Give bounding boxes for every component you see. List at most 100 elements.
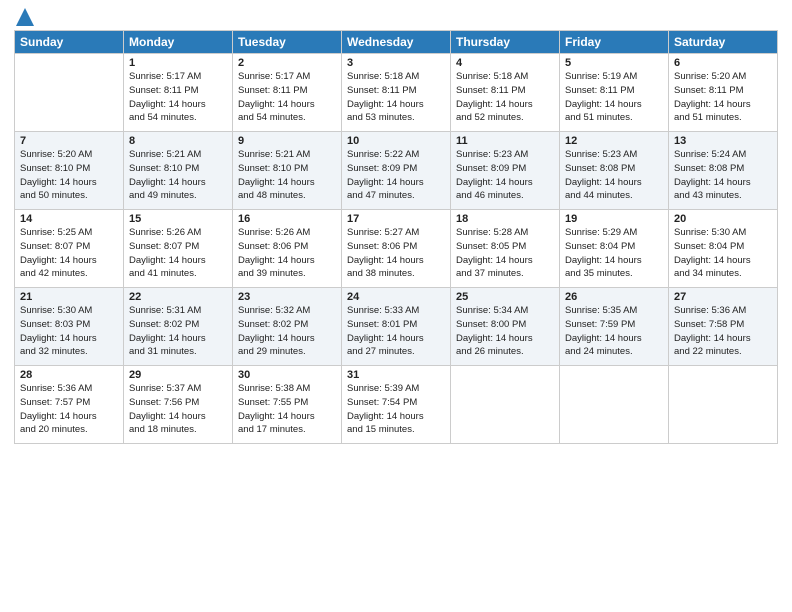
day-number: 11: [456, 135, 554, 147]
day-number: 6: [674, 57, 772, 69]
day-info: Sunrise: 5:29 AM Sunset: 8:04 PM Dayligh…: [565, 226, 663, 281]
day-info: Sunrise: 5:20 AM Sunset: 8:10 PM Dayligh…: [20, 148, 118, 203]
day-number: 12: [565, 135, 663, 147]
day-number: 1: [129, 57, 227, 69]
day-number: 19: [565, 213, 663, 225]
calendar-cell: 28Sunrise: 5:36 AM Sunset: 7:57 PM Dayli…: [15, 366, 124, 444]
day-number: 16: [238, 213, 336, 225]
day-info: Sunrise: 5:27 AM Sunset: 8:06 PM Dayligh…: [347, 226, 445, 281]
calendar-table: SundayMondayTuesdayWednesdayThursdayFrid…: [14, 30, 778, 444]
calendar-cell: 12Sunrise: 5:23 AM Sunset: 8:08 PM Dayli…: [560, 132, 669, 210]
calendar-cell: [669, 366, 778, 444]
day-info: Sunrise: 5:22 AM Sunset: 8:09 PM Dayligh…: [347, 148, 445, 203]
day-info: Sunrise: 5:33 AM Sunset: 8:01 PM Dayligh…: [347, 304, 445, 359]
week-row-1: 1Sunrise: 5:17 AM Sunset: 8:11 PM Daylig…: [15, 54, 778, 132]
calendar-cell: 13Sunrise: 5:24 AM Sunset: 8:08 PM Dayli…: [669, 132, 778, 210]
day-number: 18: [456, 213, 554, 225]
day-info: Sunrise: 5:17 AM Sunset: 8:11 PM Dayligh…: [238, 70, 336, 125]
day-info: Sunrise: 5:36 AM Sunset: 7:57 PM Dayligh…: [20, 382, 118, 437]
calendar-cell: 29Sunrise: 5:37 AM Sunset: 7:56 PM Dayli…: [124, 366, 233, 444]
day-info: Sunrise: 5:18 AM Sunset: 8:11 PM Dayligh…: [456, 70, 554, 125]
logo-icon: [16, 8, 34, 26]
day-info: Sunrise: 5:30 AM Sunset: 8:03 PM Dayligh…: [20, 304, 118, 359]
day-number: 29: [129, 369, 227, 381]
calendar-cell: [451, 366, 560, 444]
day-info: Sunrise: 5:38 AM Sunset: 7:55 PM Dayligh…: [238, 382, 336, 437]
calendar-cell: 21Sunrise: 5:30 AM Sunset: 8:03 PM Dayli…: [15, 288, 124, 366]
day-info: Sunrise: 5:39 AM Sunset: 7:54 PM Dayligh…: [347, 382, 445, 437]
calendar-cell: 10Sunrise: 5:22 AM Sunset: 8:09 PM Dayli…: [342, 132, 451, 210]
week-row-4: 21Sunrise: 5:30 AM Sunset: 8:03 PM Dayli…: [15, 288, 778, 366]
day-number: 30: [238, 369, 336, 381]
day-number: 3: [347, 57, 445, 69]
day-number: 2: [238, 57, 336, 69]
day-info: Sunrise: 5:24 AM Sunset: 8:08 PM Dayligh…: [674, 148, 772, 203]
day-info: Sunrise: 5:23 AM Sunset: 8:09 PM Dayligh…: [456, 148, 554, 203]
day-number: 13: [674, 135, 772, 147]
calendar-cell: 5Sunrise: 5:19 AM Sunset: 8:11 PM Daylig…: [560, 54, 669, 132]
day-number: 20: [674, 213, 772, 225]
day-number: 22: [129, 291, 227, 303]
day-info: Sunrise: 5:26 AM Sunset: 8:06 PM Dayligh…: [238, 226, 336, 281]
weekday-header-row: SundayMondayTuesdayWednesdayThursdayFrid…: [15, 31, 778, 54]
day-info: Sunrise: 5:26 AM Sunset: 8:07 PM Dayligh…: [129, 226, 227, 281]
calendar-cell: 22Sunrise: 5:31 AM Sunset: 8:02 PM Dayli…: [124, 288, 233, 366]
day-number: 24: [347, 291, 445, 303]
calendar-cell: 31Sunrise: 5:39 AM Sunset: 7:54 PM Dayli…: [342, 366, 451, 444]
weekday-header-saturday: Saturday: [669, 31, 778, 54]
day-info: Sunrise: 5:30 AM Sunset: 8:04 PM Dayligh…: [674, 226, 772, 281]
day-number: 27: [674, 291, 772, 303]
calendar-cell: 2Sunrise: 5:17 AM Sunset: 8:11 PM Daylig…: [233, 54, 342, 132]
weekday-header-wednesday: Wednesday: [342, 31, 451, 54]
calendar-cell: 1Sunrise: 5:17 AM Sunset: 8:11 PM Daylig…: [124, 54, 233, 132]
day-info: Sunrise: 5:31 AM Sunset: 8:02 PM Dayligh…: [129, 304, 227, 359]
weekday-header-thursday: Thursday: [451, 31, 560, 54]
calendar-cell: [560, 366, 669, 444]
day-number: 21: [20, 291, 118, 303]
calendar-cell: 7Sunrise: 5:20 AM Sunset: 8:10 PM Daylig…: [15, 132, 124, 210]
day-info: Sunrise: 5:20 AM Sunset: 8:11 PM Dayligh…: [674, 70, 772, 125]
day-info: Sunrise: 5:35 AM Sunset: 7:59 PM Dayligh…: [565, 304, 663, 359]
calendar-cell: 6Sunrise: 5:20 AM Sunset: 8:11 PM Daylig…: [669, 54, 778, 132]
calendar-cell: 15Sunrise: 5:26 AM Sunset: 8:07 PM Dayli…: [124, 210, 233, 288]
day-info: Sunrise: 5:18 AM Sunset: 8:11 PM Dayligh…: [347, 70, 445, 125]
calendar-cell: 17Sunrise: 5:27 AM Sunset: 8:06 PM Dayli…: [342, 210, 451, 288]
day-info: Sunrise: 5:21 AM Sunset: 8:10 PM Dayligh…: [238, 148, 336, 203]
calendar-cell: 19Sunrise: 5:29 AM Sunset: 8:04 PM Dayli…: [560, 210, 669, 288]
calendar-cell: 20Sunrise: 5:30 AM Sunset: 8:04 PM Dayli…: [669, 210, 778, 288]
day-number: 8: [129, 135, 227, 147]
week-row-2: 7Sunrise: 5:20 AM Sunset: 8:10 PM Daylig…: [15, 132, 778, 210]
day-number: 4: [456, 57, 554, 69]
day-info: Sunrise: 5:21 AM Sunset: 8:10 PM Dayligh…: [129, 148, 227, 203]
calendar-cell: 24Sunrise: 5:33 AM Sunset: 8:01 PM Dayli…: [342, 288, 451, 366]
day-number: 7: [20, 135, 118, 147]
day-number: 10: [347, 135, 445, 147]
calendar-cell: 18Sunrise: 5:28 AM Sunset: 8:05 PM Dayli…: [451, 210, 560, 288]
header: [14, 10, 778, 26]
week-row-3: 14Sunrise: 5:25 AM Sunset: 8:07 PM Dayli…: [15, 210, 778, 288]
day-number: 26: [565, 291, 663, 303]
calendar-cell: 4Sunrise: 5:18 AM Sunset: 8:11 PM Daylig…: [451, 54, 560, 132]
day-info: Sunrise: 5:17 AM Sunset: 8:11 PM Dayligh…: [129, 70, 227, 125]
day-number: 23: [238, 291, 336, 303]
day-number: 31: [347, 369, 445, 381]
day-number: 15: [129, 213, 227, 225]
day-number: 9: [238, 135, 336, 147]
calendar-container: SundayMondayTuesdayWednesdayThursdayFrid…: [0, 0, 792, 454]
calendar-cell: 25Sunrise: 5:34 AM Sunset: 8:00 PM Dayli…: [451, 288, 560, 366]
day-info: Sunrise: 5:37 AM Sunset: 7:56 PM Dayligh…: [129, 382, 227, 437]
calendar-cell: 27Sunrise: 5:36 AM Sunset: 7:58 PM Dayli…: [669, 288, 778, 366]
calendar-cell: 9Sunrise: 5:21 AM Sunset: 8:10 PM Daylig…: [233, 132, 342, 210]
day-info: Sunrise: 5:19 AM Sunset: 8:11 PM Dayligh…: [565, 70, 663, 125]
calendar-cell: 8Sunrise: 5:21 AM Sunset: 8:10 PM Daylig…: [124, 132, 233, 210]
day-number: 25: [456, 291, 554, 303]
day-info: Sunrise: 5:34 AM Sunset: 8:00 PM Dayligh…: [456, 304, 554, 359]
day-info: Sunrise: 5:25 AM Sunset: 8:07 PM Dayligh…: [20, 226, 118, 281]
calendar-cell: 14Sunrise: 5:25 AM Sunset: 8:07 PM Dayli…: [15, 210, 124, 288]
day-info: Sunrise: 5:32 AM Sunset: 8:02 PM Dayligh…: [238, 304, 336, 359]
week-row-5: 28Sunrise: 5:36 AM Sunset: 7:57 PM Dayli…: [15, 366, 778, 444]
calendar-cell: [15, 54, 124, 132]
calendar-cell: 23Sunrise: 5:32 AM Sunset: 8:02 PM Dayli…: [233, 288, 342, 366]
weekday-header-friday: Friday: [560, 31, 669, 54]
day-number: 14: [20, 213, 118, 225]
